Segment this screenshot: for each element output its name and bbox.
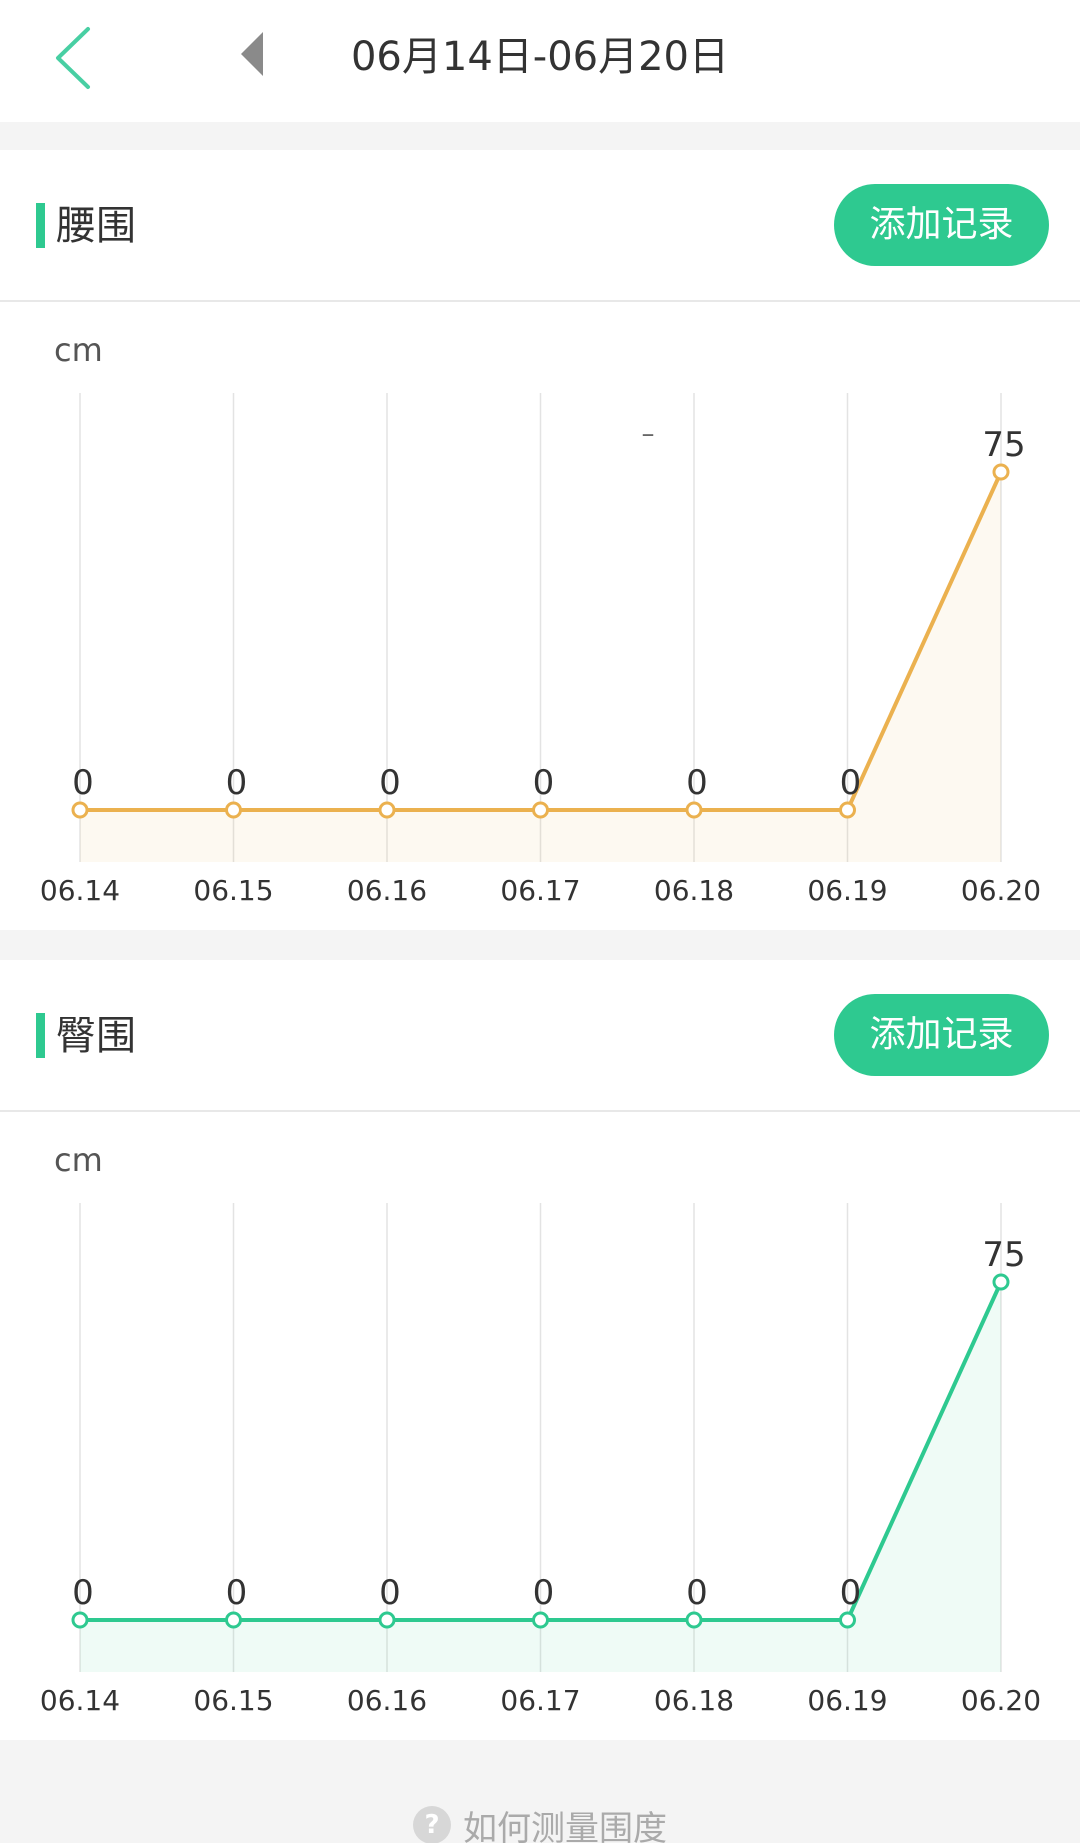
x-tick-label: 06.20 — [961, 874, 1041, 907]
x-tick-label: 06.16 — [347, 874, 427, 907]
data-label: 0 — [72, 763, 94, 803]
data-label: 0 — [379, 1573, 401, 1613]
data-point — [71, 801, 89, 819]
x-tick-label: 06.17 — [500, 1684, 580, 1717]
data-point — [532, 1611, 549, 1629]
data-label: 75 — [982, 1235, 1025, 1275]
data-point — [71, 1611, 89, 1629]
data-label: 0 — [686, 1573, 708, 1613]
previous-week-button[interactable] — [232, 26, 272, 82]
stray-dash-mark: – — [642, 419, 655, 449]
data-label: 0 — [840, 1573, 862, 1613]
x-tick-label: 06.20 — [961, 1684, 1041, 1717]
data-label: 0 — [840, 763, 862, 803]
x-tick-label: 06.16 — [347, 1684, 427, 1717]
x-tick-label: 06.15 — [193, 874, 273, 907]
data-label: 0 — [533, 763, 555, 803]
x-tick-label: 06.19 — [807, 874, 887, 907]
x-tick-label: 06.15 — [193, 1684, 273, 1717]
how-to-measure-link[interactable]: ? 如何测量围度 — [0, 1795, 1080, 1843]
x-tick-label: 06.19 — [807, 1684, 887, 1717]
x-tick-label: 06.14 — [40, 874, 120, 907]
data-label: 0 — [379, 763, 401, 803]
data-point — [378, 801, 396, 819]
data-point — [685, 801, 703, 819]
data-point — [992, 463, 1010, 481]
x-tick-label: 06.18 — [654, 1684, 734, 1717]
data-label: 0 — [72, 1573, 94, 1613]
data-label: 0 — [226, 763, 248, 803]
data-point — [839, 801, 856, 819]
data-label: 75 — [982, 425, 1025, 465]
triangle-left-icon — [241, 32, 263, 76]
data-point — [685, 1611, 703, 1629]
data-label: 0 — [533, 1573, 555, 1613]
data-point — [992, 1273, 1010, 1291]
chevron-left-icon — [56, 27, 90, 89]
data-point — [839, 1611, 856, 1629]
top-bar: 06月14日-06月20日 — [0, 0, 1080, 122]
hip-line-chart: 0 0 0 0 0 0 75 06.14 06.15 06.16 06.17 06.18 06.19 06… — [40, 1203, 1041, 1717]
help-text: 如何测量围度 — [463, 1808, 667, 1843]
waist-card: 腰围 添加记录 cm 0 0 0 0 0 0 75 06.14 06.15 06.16 06.17 0… — [0, 150, 1080, 930]
data-point — [225, 801, 242, 819]
data-point — [225, 1611, 242, 1629]
data-point — [378, 1611, 396, 1629]
hip-card: 臀围 添加记录 cm 0 0 0 0 0 0 75 06.14 06.15 06.16 06.17 0… — [0, 960, 1080, 1740]
x-tick-label: 06.18 — [654, 874, 734, 907]
data-label: 0 — [686, 763, 708, 803]
data-point — [532, 801, 549, 819]
data-label: 0 — [226, 1573, 248, 1613]
back-button[interactable] — [30, 18, 120, 98]
x-tick-label: 06.14 — [40, 1684, 120, 1717]
x-tick-label: 06.17 — [500, 874, 580, 907]
question-circle-icon: ? — [413, 1806, 451, 1843]
waist-line-chart: 0 0 0 0 0 0 75 06.14 06.15 06.16 06.17 06.18 06.19 06… — [40, 393, 1041, 907]
date-range-title: 06月14日-06月20日 — [350, 34, 730, 80]
